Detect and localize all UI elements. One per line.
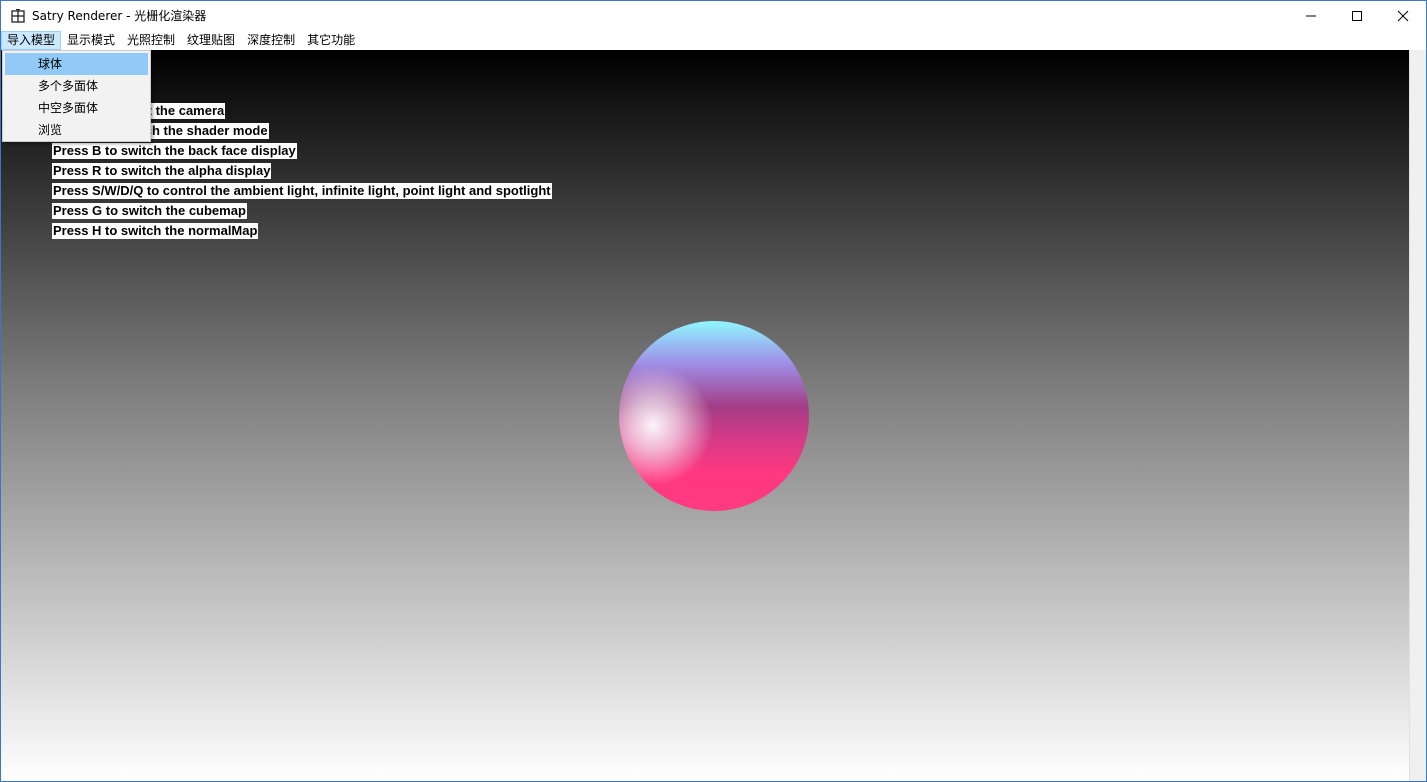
menu-depth-control[interactable]: 深度控制: [241, 31, 301, 50]
help-line: Press H to switch the normalMap: [52, 220, 552, 240]
dropdown-item-hollow-polyhedron[interactable]: 中空多面体: [5, 97, 148, 119]
menu-other-functions[interactable]: 其它功能: [301, 31, 361, 50]
close-button[interactable]: [1380, 1, 1426, 30]
import-model-dropdown: 球体 多个多面体 中空多面体 浏览: [2, 50, 151, 142]
help-line: Press B to switch the back face display: [52, 140, 552, 160]
minimize-icon: [1306, 15, 1316, 16]
dropdown-item-browse[interactable]: 浏览: [5, 119, 148, 141]
menu-import-model[interactable]: 导入模型: [1, 30, 62, 50]
help-line: Press G to switch the cubemap: [52, 200, 552, 220]
menu-bar: 导入模型 显示模式 光照控制 纹理贴图 深度控制 其它功能: [1, 30, 1426, 50]
help-line: Press R to switch the alpha display: [52, 160, 552, 180]
help-line-text: Press G to switch the cubemap: [52, 203, 247, 219]
dropdown-item-multiple-polyhedra[interactable]: 多个多面体: [5, 75, 148, 97]
maximize-button[interactable]: [1334, 1, 1380, 30]
window-title: Satry Renderer - 光栅化渲染器: [32, 9, 207, 23]
help-line-text: Press S/W/D/Q to control the ambient lig…: [52, 183, 552, 199]
app-grid-icon: [11, 8, 25, 23]
render-viewport[interactable]: Press C to reset the camera Press Z to s…: [1, 50, 1410, 781]
help-line-text: Press R to switch the alpha display: [52, 163, 272, 179]
menu-display-mode[interactable]: 显示模式: [61, 31, 121, 50]
menu-texture-mapping[interactable]: 纹理贴图: [181, 31, 241, 50]
help-line-text: Press B to switch the back face display: [52, 143, 297, 159]
help-line-text: Press H to switch the normalMap: [52, 223, 259, 239]
dropdown-item-sphere[interactable]: 球体: [5, 53, 148, 75]
rendered-sphere: [619, 321, 809, 511]
app-window: Satry Renderer - 光栅化渲染器 导入模型 显示模式 光照控制 纹…: [0, 0, 1427, 782]
close-icon: [1397, 10, 1409, 21]
vertical-scrollbar[interactable]: [1409, 50, 1426, 781]
minimize-button[interactable]: [1288, 1, 1334, 30]
title-bar[interactable]: Satry Renderer - 光栅化渲染器: [1, 1, 1426, 30]
help-line: Press S/W/D/Q to control the ambient lig…: [52, 180, 552, 200]
window-controls: [1288, 1, 1426, 30]
menu-lighting-control[interactable]: 光照控制: [121, 31, 181, 50]
maximize-icon: [1352, 10, 1362, 21]
